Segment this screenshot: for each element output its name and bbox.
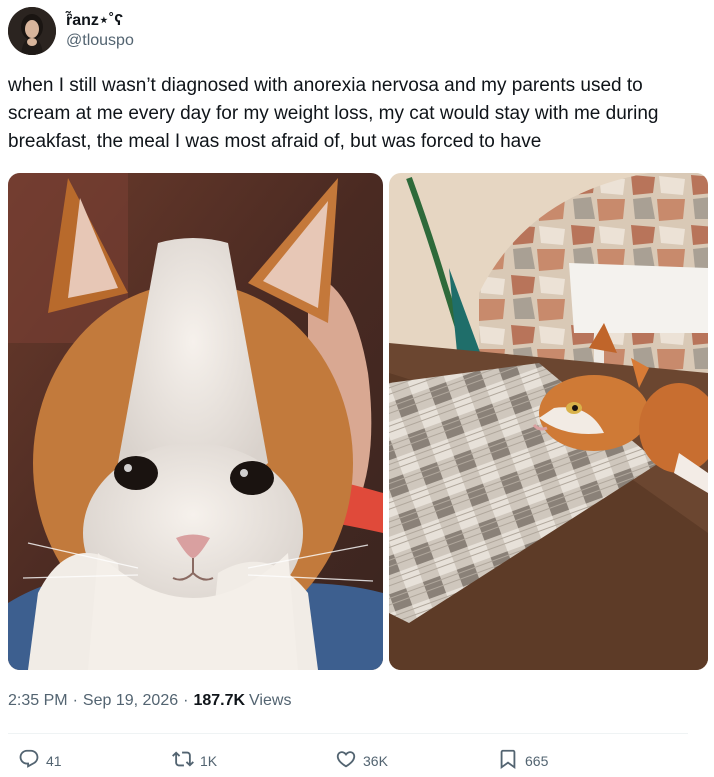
tweet-header: ȓ̃anz⋆˚ʕ @tlouspo [8, 6, 134, 56]
author-display-name[interactable]: ȓ̃anz⋆˚ʕ [66, 11, 134, 31]
cat-closeup-photo[interactable] [8, 173, 383, 670]
reply-count: 41 [46, 752, 62, 769]
views-count: 187.7K [193, 692, 246, 709]
reply-button[interactable]: 41 [18, 748, 62, 773]
heart-icon [335, 748, 357, 773]
bookmark-count: 665 [525, 752, 549, 769]
author-handle[interactable]: @tlouspo [66, 31, 134, 51]
meta-separator: · [183, 692, 189, 709]
tweet-time[interactable]: 2:35 PM [8, 690, 68, 712]
tweet-text: when I still wasn’t diagnosed with anore… [8, 75, 659, 152]
meta-separator: · [72, 692, 78, 709]
tweet-media [8, 173, 708, 670]
tweet-meta: 2:35 PM · Sep 19, 2026 · 187.7K Views [8, 690, 291, 712]
retweet-count: 1K [200, 752, 218, 769]
bookmark-button[interactable]: 665 [497, 748, 548, 773]
reply-icon [18, 748, 40, 773]
retweet-icon [172, 748, 194, 773]
like-button[interactable]: 36K [335, 748, 388, 773]
divider [8, 733, 688, 734]
cat-on-table-photo[interactable] [389, 173, 708, 670]
tweet-date[interactable]: Sep 19, 2026 [83, 690, 178, 712]
bookmark-icon [497, 748, 519, 773]
avatar[interactable] [8, 7, 56, 55]
views-label: Views [249, 692, 292, 709]
like-count: 36K [363, 752, 388, 769]
action-bar: 41 1K 36K 665 [0, 748, 714, 776]
retweet-button[interactable]: 1K [172, 748, 217, 773]
